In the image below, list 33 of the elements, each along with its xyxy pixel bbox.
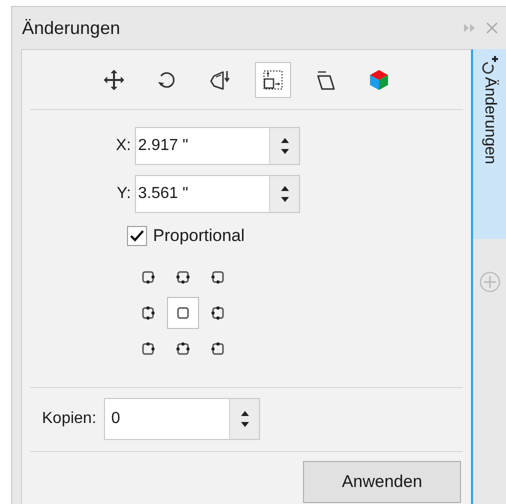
mirror-icon [209, 68, 231, 90]
anchor-button[interactable] [167, 296, 199, 328]
tool-button[interactable] [255, 62, 291, 98]
side-tab[interactable]: Änderungen [473, 49, 506, 239]
resize-icon [262, 68, 284, 90]
spin-down-icon[interactable] [240, 422, 249, 427]
anchor-icon [175, 268, 191, 284]
spin-up-icon[interactable] [240, 411, 249, 416]
window-title: Änderungen [22, 16, 120, 40]
spin-down-icon[interactable] [280, 197, 288, 202]
move-icon [103, 68, 125, 90]
anchor-icon [210, 268, 226, 284]
anchor-icon [210, 304, 226, 320]
copies-label: Kopien: [42, 409, 96, 429]
spin-down-icon[interactable] [280, 149, 288, 154]
cube-icon [368, 68, 390, 90]
apply-button[interactable]: Anwenden [303, 460, 461, 502]
proportional-checkbox[interactable]: Proportional [127, 223, 245, 248]
field-label: Y: [116, 184, 132, 204]
anchor-icon [140, 340, 156, 356]
copies-field[interactable]: 0 [104, 398, 260, 440]
number-field[interactable]: 2.917 " [135, 127, 300, 165]
anchor-icon [175, 340, 191, 356]
anchor-icon [140, 268, 156, 284]
anchor-icon [140, 304, 156, 320]
number-field[interactable]: 3.561 " [135, 175, 300, 213]
field-label: X: [114, 136, 132, 156]
skew-icon [315, 68, 337, 90]
anchor-icon [175, 304, 191, 320]
checkmark-icon [130, 230, 144, 242]
anchor-icon [210, 340, 226, 356]
spin-up-icon[interactable] [280, 138, 288, 143]
spin-up-icon[interactable] [280, 186, 288, 191]
